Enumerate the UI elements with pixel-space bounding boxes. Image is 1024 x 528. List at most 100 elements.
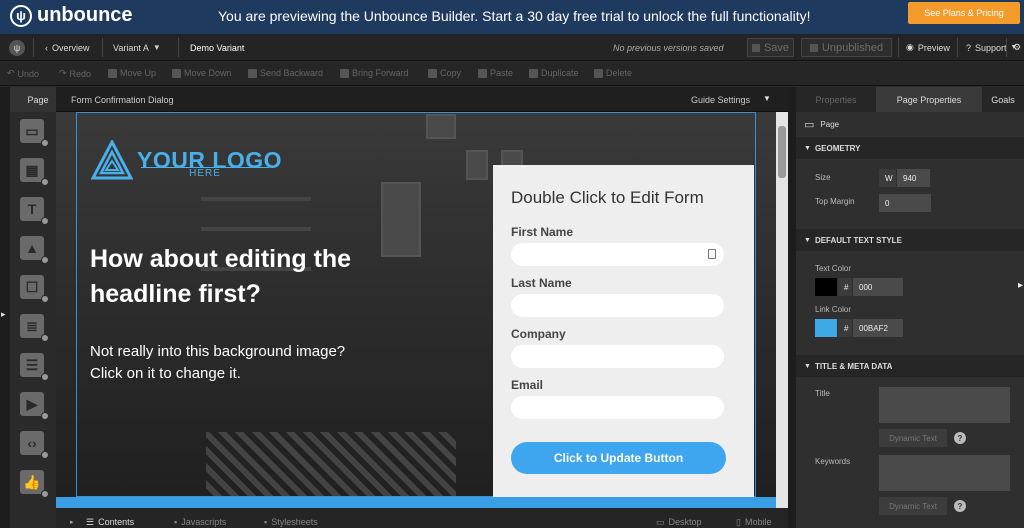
bring-forward-icon	[340, 68, 349, 78]
text-color-swatch[interactable]	[815, 278, 837, 296]
builder-topbar: ψ ‹ Overview Variant A ▼ Demo Variant No p…	[0, 34, 1024, 61]
canvas-scrollbar[interactable]	[776, 112, 788, 508]
list-tool-icon[interactable]: ☰	[20, 353, 49, 381]
publish-button[interactable]: Unpublished	[801, 38, 892, 57]
dynamic-text-button[interactable]: Dynamic Text	[879, 429, 947, 447]
overview-link[interactable]: ‹ Overview	[45, 34, 90, 61]
banner-message: You are previewing the Unbounce Builder.…	[218, 8, 811, 24]
code-tool-icon[interactable]: ‹›	[20, 431, 49, 459]
top-margin-input[interactable]: 0	[879, 194, 931, 212]
box-tool-icon[interactable]: ▦	[20, 158, 49, 186]
social-tool-icon[interactable]: 👍	[20, 470, 49, 498]
text-color-input[interactable]: 000	[853, 278, 903, 296]
tab-properties[interactable]: Properties	[796, 87, 876, 112]
left-collapse-strip[interactable]: ▸	[0, 87, 10, 528]
desktop-view-tab[interactable]: ▭ Desktop	[656, 517, 702, 528]
guide-settings[interactable]: Guide Settings	[691, 95, 750, 105]
redo-button[interactable]: ↷ Redo	[59, 68, 91, 79]
section-tool-icon[interactable]: ▭	[20, 119, 49, 147]
publish-label: Unpublished	[821, 41, 884, 54]
logo-subtext: HERE	[141, 167, 269, 179]
mobile-icon: ▯	[736, 517, 741, 527]
form-container[interactable]: Double Click to Edit Form First Name Las…	[493, 165, 754, 497]
email-field[interactable]	[511, 396, 724, 419]
expand-arrow-icon[interactable]: ▸	[70, 518, 74, 526]
contents-tab[interactable]: ☰ Contents	[86, 517, 134, 528]
copy-icon	[428, 68, 437, 78]
javascripts-tab[interactable]: ▪ Javascripts	[174, 517, 226, 527]
page-width-input[interactable]: 940	[897, 169, 930, 187]
guide-dropdown-icon[interactable]: ▼	[763, 94, 771, 103]
help-icon[interactable]: ?	[954, 500, 966, 512]
undo-button[interactable]: ↶ Undo	[7, 68, 39, 79]
copy-button[interactable]: Copy	[428, 68, 461, 78]
preview-button[interactable]: ◉ Preview	[906, 34, 950, 61]
home-icon[interactable]: ψ	[9, 34, 25, 61]
text-style-section-header[interactable]: ▼ DEFAULT TEXT STYLE	[796, 229, 1024, 251]
link-color-input[interactable]: 00BAF2	[853, 319, 903, 337]
delete-button[interactable]: Delete	[594, 68, 632, 78]
save-icon	[751, 43, 760, 52]
text-tool-icon[interactable]: T	[20, 197, 49, 225]
variant-name[interactable]: Demo Variant	[190, 34, 244, 61]
see-plans-button[interactable]: See Plans & Pricing	[908, 2, 1020, 24]
duplicate-icon	[529, 68, 538, 78]
form-title[interactable]: Double Click to Edit Form	[511, 188, 704, 208]
settings-icon[interactable]: ⚙	[1013, 34, 1021, 61]
page-tab[interactable]: Page	[10, 87, 56, 112]
last-name-field[interactable]	[511, 294, 724, 317]
headline[interactable]: How about editing the headline first?	[90, 242, 390, 312]
geometry-section-header[interactable]: ▼ GEOMETRY	[796, 137, 1024, 159]
panel-gap	[788, 87, 796, 528]
monitor-icon: ▭	[804, 119, 815, 131]
paste-button[interactable]: Paste	[478, 68, 513, 78]
undo-label: Undo	[17, 68, 40, 79]
tab-goals[interactable]: Goals	[982, 87, 1024, 112]
company-field[interactable]	[511, 345, 724, 368]
unbounce-logo[interactable]: ψ unbounce	[10, 4, 133, 27]
save-button[interactable]: Save	[747, 38, 794, 57]
first-name-field[interactable]	[511, 243, 724, 266]
duplicate-label: Duplicate	[541, 68, 579, 78]
help-icon[interactable]: ?	[954, 432, 966, 444]
video-tool-icon[interactable]: ▶	[20, 392, 49, 420]
first-name-label: First Name	[511, 225, 574, 239]
preview-label: Preview	[917, 42, 950, 53]
geometry-title: GEOMETRY	[814, 143, 861, 153]
form-tool-icon[interactable]: ≣	[20, 314, 49, 342]
undo-icon: ↶	[7, 68, 15, 78]
stylesheets-tab[interactable]: ▪ Stylesheets	[264, 517, 318, 527]
javascripts-label: Javascripts	[181, 517, 227, 527]
bring-forward-button[interactable]: Bring Forward	[340, 68, 409, 78]
link-color-swatch[interactable]	[815, 319, 837, 337]
meta-section-header[interactable]: ▼ TITLE & META DATA	[796, 355, 1024, 377]
mobile-view-tab[interactable]: ▯ Mobile	[736, 517, 771, 528]
redo-icon: ↷	[59, 68, 67, 78]
duplicate-button[interactable]: Duplicate	[529, 68, 579, 78]
css-icon: ▪	[264, 517, 268, 527]
collapse-right-icon[interactable]: ▸	[1018, 280, 1023, 291]
canvas-bottom-edge	[56, 497, 776, 508]
dynamic-text-button[interactable]: Dynamic Text	[879, 497, 947, 515]
desktop-icon: ▭	[656, 517, 665, 527]
chevron-down-icon: ▼	[804, 144, 811, 152]
panel-tabs: Properties Page Properties Goals	[796, 87, 1024, 112]
variant-dropdown[interactable]: Variant A ▼	[113, 34, 161, 61]
support-menu[interactable]: ? Support ▼	[966, 34, 1017, 61]
move-down-button[interactable]: Move Down	[172, 68, 232, 78]
expand-arrow-icon[interactable]: ▸	[1, 309, 6, 320]
hash-prefix: #	[838, 278, 852, 296]
send-backward-button[interactable]: Send Backward	[248, 68, 323, 78]
move-up-button[interactable]: Move Up	[108, 68, 156, 78]
contents-label: Contents	[98, 517, 135, 527]
image-tool-icon[interactable]: ▲	[20, 236, 49, 264]
width-prefix: W	[879, 169, 896, 187]
keywords-textarea[interactable]	[879, 455, 1010, 491]
button-tool-icon[interactable]: ☐	[20, 275, 49, 303]
submit-button[interactable]: Click to Update Button	[511, 442, 726, 474]
subheadline[interactable]: Not really into this background image? C…	[90, 341, 350, 385]
title-textarea[interactable]	[879, 387, 1010, 423]
send-backward-icon	[248, 68, 257, 78]
tab-page-properties[interactable]: Page Properties	[876, 87, 982, 112]
scrollbar-thumb[interactable]	[778, 126, 786, 178]
